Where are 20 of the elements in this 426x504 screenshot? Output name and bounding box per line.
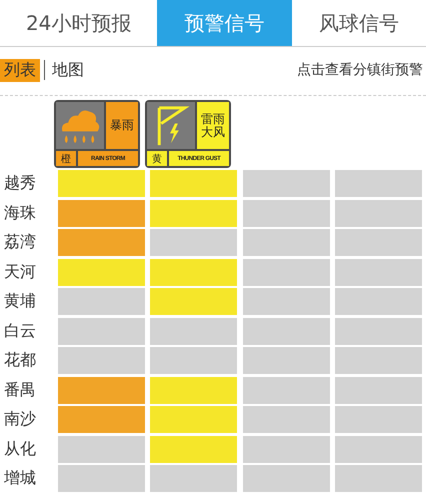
district-name: 南沙 bbox=[4, 409, 37, 430]
rain-cloud-icon bbox=[56, 102, 104, 149]
district-name: 白云 bbox=[4, 320, 37, 342]
signal-level: 橙 bbox=[56, 151, 76, 166]
district-name: 海珠 bbox=[4, 202, 37, 224]
view-toggle[interactable]: 列表 bbox=[0, 58, 40, 82]
district-warnings-link[interactable]: 点击查看分镇街预警 bbox=[297, 61, 426, 79]
view-toggle[interactable]: 地图 bbox=[49, 60, 87, 80]
district-name: 从化 bbox=[4, 438, 37, 460]
district-name: 番禺 bbox=[4, 380, 37, 400]
signal-level: 黄 bbox=[147, 151, 167, 166]
district-name: 荔湾 bbox=[4, 232, 37, 253]
district-name: 黄埔 bbox=[4, 291, 37, 312]
district-name: 天河 bbox=[4, 262, 37, 282]
district-name: 增城 bbox=[4, 468, 37, 489]
flag-lightning-icon bbox=[147, 102, 195, 149]
signal-name: 雷雨大风 bbox=[197, 102, 229, 149]
district-name: 花都 bbox=[4, 350, 37, 371]
signal-name: 暴雨 bbox=[106, 102, 138, 149]
district-name: 越秀 bbox=[4, 173, 37, 194]
